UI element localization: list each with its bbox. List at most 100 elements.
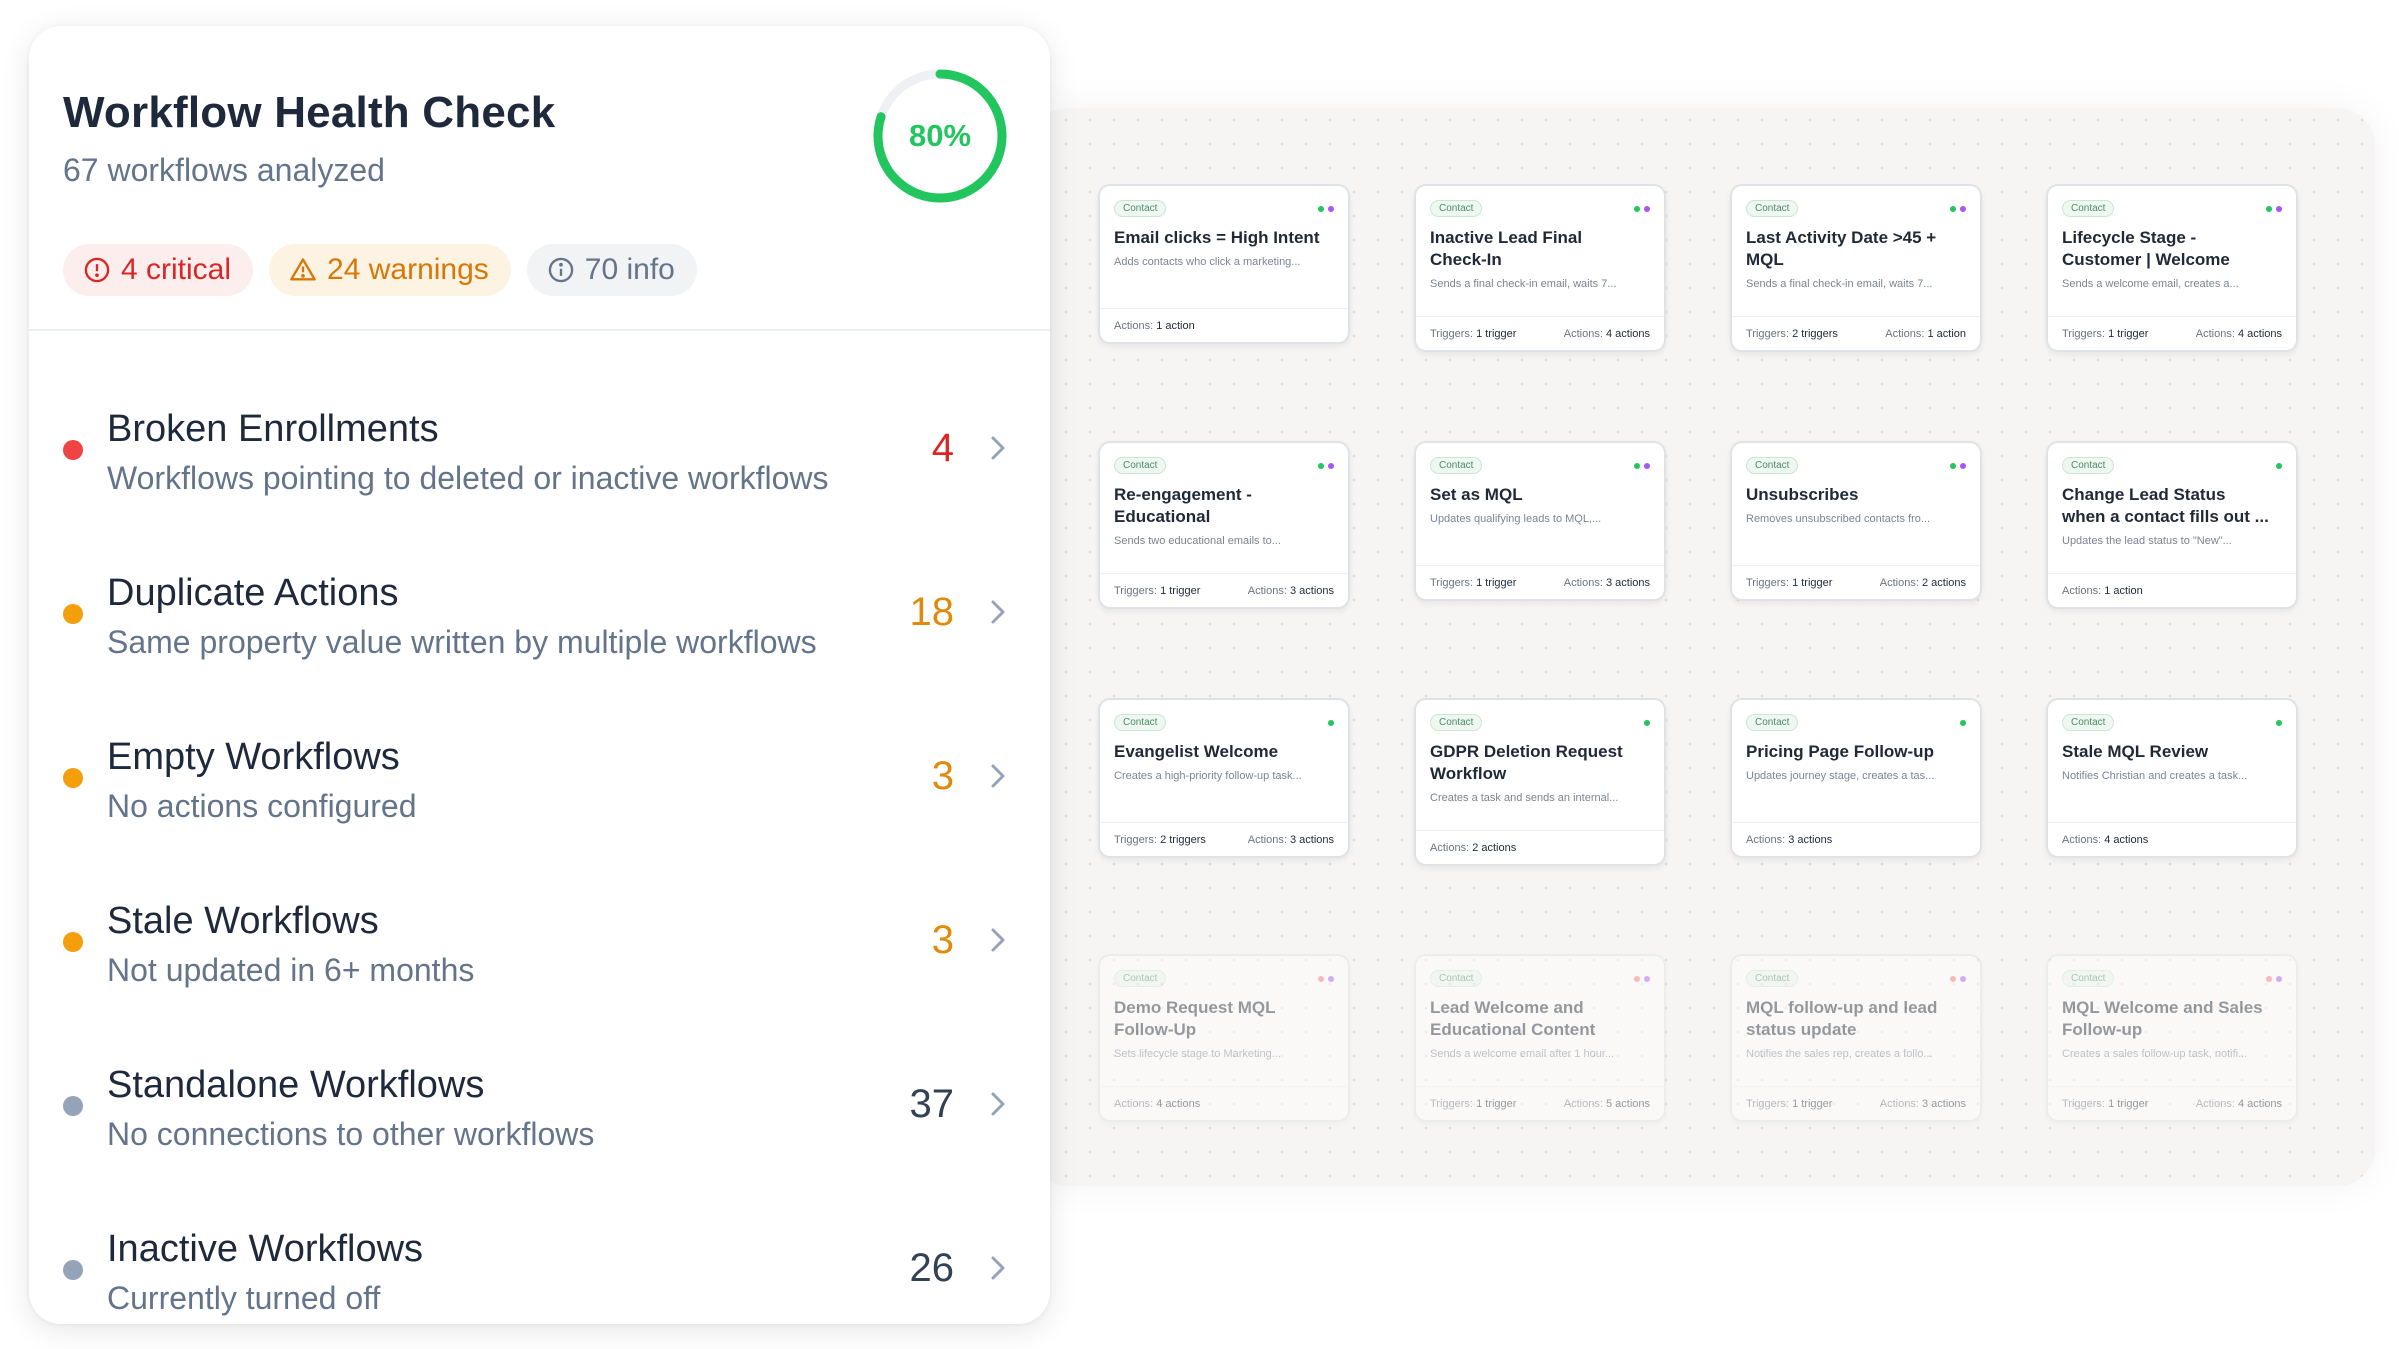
workflow-card[interactable]: Contact MQL follow-up and lead status upd…	[1730, 954, 1982, 1122]
status-dots	[1950, 462, 1966, 469]
status-dots	[1318, 462, 1334, 469]
chevron-right-icon[interactable]	[986, 924, 1010, 956]
status-dots	[1318, 975, 1334, 982]
workflow-description: Sends two educational emails to...	[1114, 535, 1281, 547]
triggers-count: Triggers: 1 trigger	[1114, 584, 1201, 597]
workflow-card[interactable]: Contact Pricing Page Follow-up Updates jou…	[1730, 698, 1982, 858]
status-dot	[2276, 975, 2282, 982]
workflow-card[interactable]: Contact Demo Request MQL Follow-Up Sets li…	[1098, 954, 1350, 1122]
workflow-card[interactable]: Contact Lifecycle Stage - Customer | Welc…	[2046, 184, 2298, 352]
workflow-description: Sends a welcome email after 1 hour...	[1430, 1048, 1615, 1060]
category-description: Workflows pointing to deleted or inactiv…	[107, 460, 829, 496]
category-row[interactable]: Broken Enrollments Workflows pointing to …	[29, 344, 1050, 508]
object-type-tag: Contact	[1430, 457, 1483, 474]
triggers-count: Triggers: 1 trigger	[1430, 576, 1517, 589]
card-footer: Triggers: 2 triggers Actions: 3 actions	[1100, 822, 1348, 856]
chevron-right-icon[interactable]	[986, 596, 1010, 628]
panel-subtitle: 67 workflows analyzed	[63, 152, 385, 188]
card-footer: Actions: 1 action	[2048, 573, 2296, 607]
status-dots	[2266, 975, 2282, 982]
category-description: Not updated in 6+ months	[107, 952, 475, 988]
category-row[interactable]: Duplicate Actions Same property value wri…	[29, 508, 1050, 672]
status-dot	[1318, 975, 1324, 982]
category-description: Currently turned off	[107, 1280, 381, 1316]
info-pill-label: 70 info	[584, 253, 675, 286]
category-row[interactable]: Inactive Workflows Currently turned off 26	[29, 1164, 1050, 1328]
workflow-title: Change Lead Status when a contact fills …	[2062, 485, 2269, 526]
category-title: Broken Enrollments	[107, 408, 439, 450]
card-footer: Actions: 2 actions	[1416, 830, 1664, 864]
chevron-right-icon[interactable]	[986, 1088, 1010, 1120]
workflow-card[interactable]: Contact Lead Welcome and Educational Cont…	[1414, 954, 1666, 1122]
category-row[interactable]: Empty Workflows No actions configured 3	[29, 672, 1050, 836]
workflow-card[interactable]: Contact Evangelist Welcome Creates a high-…	[1098, 698, 1350, 858]
category-row[interactable]: Standalone Workflows No connections to ot…	[29, 1000, 1050, 1164]
severity-dot	[63, 1096, 83, 1116]
object-type-tag: Contact	[2062, 200, 2115, 217]
card-footer: Triggers: 1 trigger Actions: 4 actions	[2048, 1086, 2296, 1120]
chevron-right-icon[interactable]	[986, 1252, 1010, 1284]
category-count: 3	[931, 918, 954, 962]
actions-count: Actions: 1 action	[1114, 319, 1195, 332]
workflow-card[interactable]: Contact Re-engagement - Educational Sends …	[1098, 441, 1350, 609]
workflow-card[interactable]: Contact Email clicks = High Intent Adds co…	[1098, 184, 1350, 344]
object-type-tag: Contact	[1114, 714, 1167, 731]
actions-count: Actions: 4 actions	[2195, 327, 2282, 340]
status-dot	[1960, 205, 1966, 212]
warnings-pill-label: 24 warnings	[327, 253, 489, 286]
status-dot	[1644, 205, 1650, 212]
workflow-card[interactable]: Contact GDPR Deletion Request Workflow Cre…	[1414, 698, 1666, 866]
actions-count: Actions: 5 actions	[1563, 1097, 1650, 1110]
triggers-count: Triggers: 1 trigger	[1746, 1097, 1833, 1110]
category-row[interactable]: Stale Workflows Not updated in 6+ months 3	[29, 836, 1050, 1000]
category-title: Duplicate Actions	[107, 572, 399, 614]
object-type-tag: Contact	[1114, 457, 1167, 474]
workflow-card[interactable]: Contact Stale MQL Review Notifies Christia…	[2046, 698, 2298, 858]
chevron-right-icon[interactable]	[986, 760, 1010, 792]
workflow-title: Pricing Page Follow-up	[1746, 742, 1934, 761]
workflow-title: Set as MQL	[1430, 485, 1523, 504]
severity-dot	[63, 1260, 83, 1280]
actions-count: Actions: 1 action	[1885, 327, 1966, 340]
status-dot	[1960, 719, 1966, 726]
alert-circle-icon	[84, 257, 110, 283]
triggers-count: Triggers: 1 trigger	[2062, 1097, 2149, 1110]
workflow-card[interactable]: Contact Set as MQL Updates qualifying lead…	[1414, 441, 1666, 601]
category-title: Standalone Workflows	[107, 1064, 485, 1106]
panel-title: Workflow Health Check	[63, 88, 556, 137]
workflow-card[interactable]: Contact MQL Welcome and Sales Follow-up Cr…	[2046, 954, 2298, 1122]
workflow-card[interactable]: Contact Last Activity Date >45 + MQL Sends…	[1730, 184, 1982, 352]
workflow-canvas: Contact Email clicks = High Intent Adds co…	[1030, 108, 2375, 1186]
chevron-right-icon[interactable]	[986, 432, 1010, 464]
triggers-count: Triggers: 1 trigger	[1746, 576, 1833, 589]
workflow-title: Stale MQL Review	[2062, 742, 2209, 761]
workflow-card[interactable]: Contact Change Lead Status when a contact…	[2046, 441, 2298, 609]
card-footer: Triggers: 1 trigger Actions: 3 actions	[1732, 1086, 1980, 1120]
status-dots	[2276, 719, 2282, 726]
status-dot	[2266, 205, 2272, 212]
workflow-card[interactable]: Contact Inactive Lead Final Check-In Sends…	[1414, 184, 1666, 352]
workflow-title: MQL Welcome and Sales Follow-up	[2062, 998, 2263, 1039]
status-dot	[1634, 975, 1640, 982]
workflow-title: Unsubscribes	[1746, 485, 1859, 504]
workflow-title: Demo Request MQL Follow-Up	[1114, 998, 1276, 1039]
status-dots	[1328, 719, 1334, 726]
critical-pill[interactable]: 4 critical	[63, 244, 254, 296]
critical-pill-label: 4 critical	[121, 253, 232, 286]
workflow-title: Last Activity Date >45 + MQL	[1746, 228, 1937, 269]
status-dot	[2266, 975, 2272, 982]
status-dot	[1318, 205, 1324, 212]
status-dot	[1950, 975, 1956, 982]
object-type-tag: Contact	[1114, 970, 1167, 987]
workflow-title: Inactive Lead Final Check-In	[1430, 228, 1583, 269]
workflow-card[interactable]: Contact Unsubscribes Removes unsubscribed …	[1730, 441, 1982, 601]
status-dot	[1644, 719, 1650, 726]
info-circle-icon	[548, 257, 574, 283]
warnings-pill[interactable]: 24 warnings	[269, 244, 511, 296]
divider	[29, 329, 1050, 331]
status-dot	[2276, 205, 2282, 212]
workflow-title: MQL follow-up and lead status update	[1746, 998, 1938, 1039]
severity-dot	[63, 604, 83, 624]
info-pill[interactable]: 70 info	[526, 244, 697, 296]
status-dot	[1328, 975, 1334, 982]
